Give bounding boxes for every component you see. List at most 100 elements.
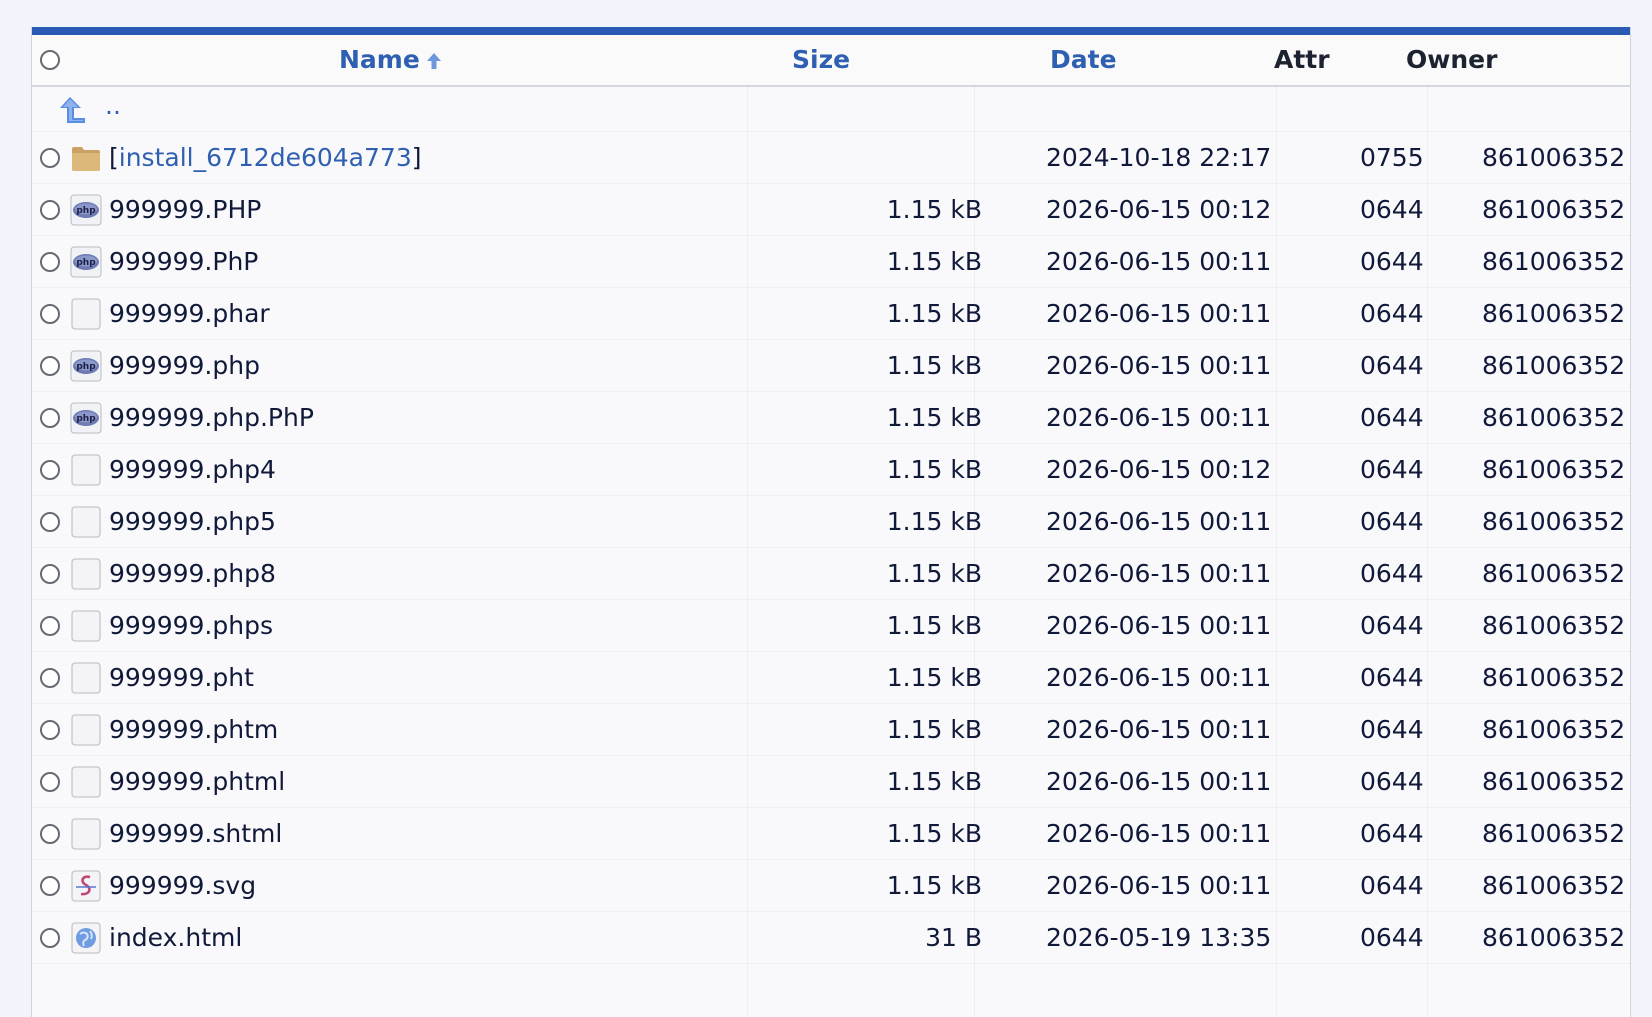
file-owner: 861006352 — [1482, 247, 1626, 276]
file-owner: 861006352 — [1482, 403, 1626, 432]
row-checkbox[interactable] — [40, 720, 60, 740]
file-row[interactable]: 999999.pht 1.15 kB 2026-06-15 00:11 0644 861… — [32, 652, 1630, 704]
parent-directory-link[interactable]: .. — [105, 83, 121, 128]
file-size: 1.15 kB — [886, 819, 982, 848]
file-row[interactable]: index.html 31 B 2026-05-19 13:35 0644 861006… — [32, 912, 1630, 964]
panel-top-bar — [32, 27, 1630, 35]
file-date: 2026-06-15 00:12 — [1046, 195, 1272, 224]
file-size: 1.15 kB — [886, 715, 982, 744]
row-checkbox[interactable] — [40, 148, 60, 168]
html-file-icon — [71, 922, 101, 954]
file-name[interactable]: 999999.php8 — [109, 548, 276, 600]
file-list: .. [install_6712de604a773] 2024-10-18 22… — [32, 87, 1630, 964]
file-attr: 0644 — [1360, 507, 1424, 536]
file-name[interactable]: 999999.php.PhP — [109, 392, 314, 444]
file-size: 1.15 kB — [886, 507, 982, 536]
file-name[interactable]: 999999.PhP — [109, 236, 258, 288]
size-column-header[interactable]: Size — [792, 35, 850, 85]
row-checkbox[interactable] — [40, 564, 60, 584]
generic-file-icon — [71, 298, 101, 330]
file-row[interactable]: 999999.php8 1.15 kB 2026-06-15 00:11 0644 86… — [32, 548, 1630, 600]
file-row[interactable]: 999999.shtml 1.15 kB 2026-06-15 00:11 0644 8… — [32, 808, 1630, 860]
folder-date: 2024-10-18 22:17 — [1046, 143, 1272, 172]
file-owner: 861006352 — [1482, 507, 1626, 536]
select-all-checkbox[interactable] — [40, 50, 60, 70]
row-checkbox[interactable] — [40, 824, 60, 844]
row-checkbox[interactable] — [40, 356, 60, 376]
row-checkbox[interactable] — [40, 512, 60, 532]
row-checkbox[interactable] — [40, 616, 60, 636]
file-row[interactable]: php 999999.PhP 1.15 kB 2026-06-15 00:11 0644… — [32, 236, 1630, 288]
folder-row[interactable]: [install_6712de604a773] 2024-10-18 22:17… — [32, 132, 1630, 184]
file-attr: 0644 — [1360, 819, 1424, 848]
file-date: 2026-06-15 00:11 — [1046, 767, 1272, 796]
file-name[interactable]: index.html — [109, 912, 242, 964]
svg-text:php: php — [76, 362, 96, 372]
date-column-header[interactable]: Date — [1050, 35, 1117, 85]
row-checkbox[interactable] — [40, 460, 60, 480]
file-row[interactable]: php 999999.php.PhP 1.15 kB 2026-06-15 00:11… — [32, 392, 1630, 444]
file-row[interactable]: 999999.phps 1.15 kB 2026-06-15 00:11 0644 86… — [32, 600, 1630, 652]
file-date: 2026-06-15 00:11 — [1046, 663, 1272, 692]
file-manager-panel: Name Size Date Attr Owner .. [install_67… — [31, 27, 1631, 1017]
row-checkbox[interactable] — [40, 928, 60, 948]
file-attr: 0644 — [1360, 195, 1424, 224]
row-checkbox[interactable] — [40, 772, 60, 792]
row-checkbox[interactable] — [40, 408, 60, 428]
row-checkbox[interactable] — [40, 876, 60, 896]
file-date: 2026-06-15 00:11 — [1046, 871, 1272, 900]
file-name[interactable]: 999999.PHP — [109, 184, 261, 236]
row-checkbox[interactable] — [40, 252, 60, 272]
file-name[interactable]: 999999.php4 — [109, 444, 276, 496]
file-date: 2026-06-15 00:11 — [1046, 715, 1272, 744]
file-name[interactable]: 999999.php5 — [109, 496, 276, 548]
file-date: 2026-06-15 00:11 — [1046, 507, 1272, 536]
file-attr: 0644 — [1360, 611, 1424, 640]
file-attr: 0644 — [1360, 767, 1424, 796]
file-name[interactable]: 999999.php — [109, 340, 260, 392]
parent-directory-row[interactable]: .. — [32, 87, 1630, 132]
file-size: 1.15 kB — [886, 611, 982, 640]
owner-column-header: Owner — [1406, 45, 1498, 74]
generic-file-icon — [71, 766, 101, 798]
file-size: 1.15 kB — [886, 247, 982, 276]
file-owner: 861006352 — [1482, 195, 1626, 224]
file-attr: 0644 — [1360, 559, 1424, 588]
generic-file-icon — [71, 662, 101, 694]
file-row[interactable]: 999999.php4 1.15 kB 2026-06-15 00:12 0644 86… — [32, 444, 1630, 496]
folder-link[interactable]: install_6712de604a773 — [119, 143, 412, 172]
file-row[interactable]: 999999.svg 1.15 kB 2026-06-15 00:11 0644 861… — [32, 860, 1630, 912]
file-date: 2026-06-15 00:11 — [1046, 403, 1272, 432]
file-row[interactable]: 999999.phtml 1.15 kB 2026-06-15 00:11 0644 8… — [32, 756, 1630, 808]
file-attr: 0644 — [1360, 247, 1424, 276]
file-size: 1.15 kB — [886, 559, 982, 588]
file-date: 2026-06-15 00:11 — [1046, 247, 1272, 276]
row-checkbox[interactable] — [40, 668, 60, 688]
file-row[interactable]: 999999.phtm 1.15 kB 2026-06-15 00:11 0644 86… — [32, 704, 1630, 756]
file-name[interactable]: 999999.phps — [109, 600, 273, 652]
generic-file-icon — [71, 558, 101, 590]
row-checkbox[interactable] — [40, 200, 60, 220]
sort-ascending-icon — [426, 53, 441, 69]
file-row[interactable]: 999999.phar 1.15 kB 2026-06-15 00:11 0644 86… — [32, 288, 1630, 340]
row-checkbox[interactable] — [40, 304, 60, 324]
file-name[interactable]: 999999.phtml — [109, 756, 285, 808]
svg-text:php: php — [76, 414, 96, 424]
file-date: 2026-06-15 00:11 — [1046, 559, 1272, 588]
file-size: 1.15 kB — [886, 403, 982, 432]
name-column-header[interactable]: Name — [339, 35, 442, 85]
generic-file-icon — [71, 714, 101, 746]
file-name[interactable]: 999999.phtm — [109, 704, 278, 756]
file-attr: 0644 — [1360, 299, 1424, 328]
file-size: 1.15 kB — [886, 663, 982, 692]
table-header: Name Size Date Attr Owner — [32, 35, 1630, 87]
file-name[interactable]: 999999.phar — [109, 288, 270, 340]
file-name[interactable]: 999999.shtml — [109, 808, 282, 860]
file-date: 2026-06-15 00:11 — [1046, 611, 1272, 640]
file-name[interactable]: 999999.pht — [109, 652, 254, 704]
file-name[interactable]: 999999.svg — [109, 860, 256, 912]
file-row[interactable]: 999999.php5 1.15 kB 2026-06-15 00:11 0644 86… — [32, 496, 1630, 548]
file-row[interactable]: php 999999.PHP 1.15 kB 2026-06-15 00:12 0644… — [32, 184, 1630, 236]
file-row[interactable]: php 999999.php 1.15 kB 2026-06-15 00:11 0644… — [32, 340, 1630, 392]
file-size: 1.15 kB — [886, 299, 982, 328]
